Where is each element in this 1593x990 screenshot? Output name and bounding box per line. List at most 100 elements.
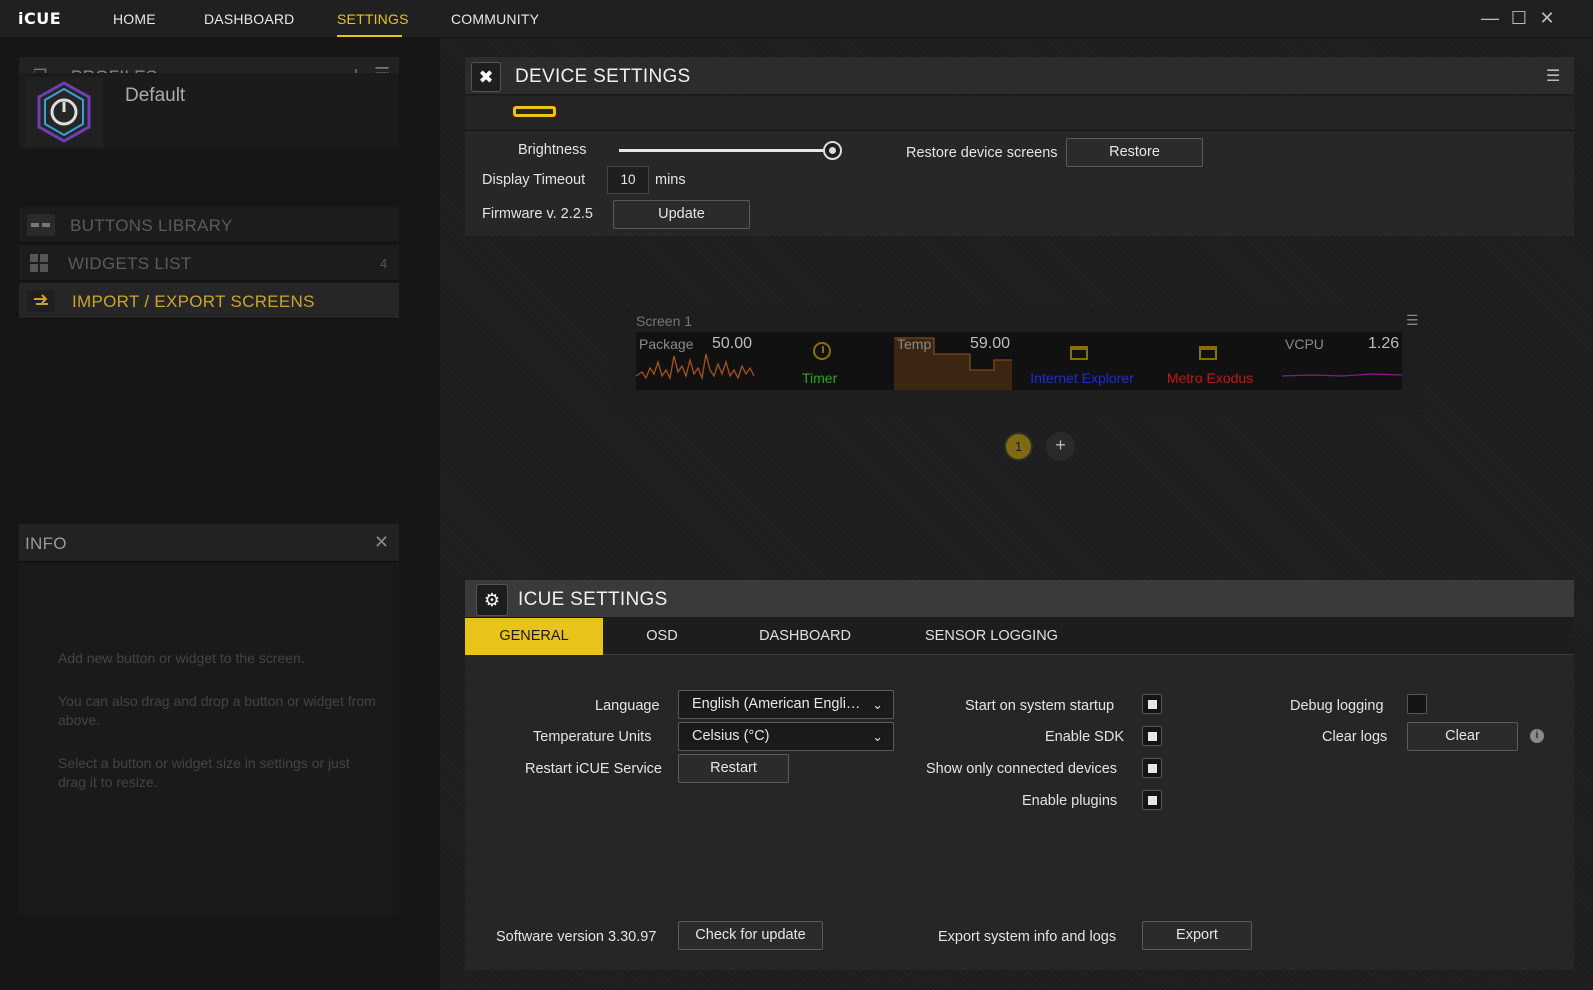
maximize-icon[interactable]: ☐ [1510,8,1528,29]
info-header: INFO ✕ [19,524,399,562]
firmware-label: Firmware v. 2.2.5 [482,206,593,222]
screen-page-1-button[interactable]: 1 [1004,432,1033,461]
language-select[interactable]: English (American Engli… ⌄ [678,690,894,719]
tab-dashboard[interactable]: DASHBOARD [750,618,860,655]
language-value: English (American Engli… [692,696,861,712]
chevron-down-icon: ⌄ [872,729,883,744]
timer-icon [813,342,831,360]
temperature-units-label: Temperature Units [533,729,652,745]
brightness-fill [619,149,833,152]
brightness-label: Brightness [518,142,587,158]
software-version-label: Software version 3.30.97 [496,929,657,945]
widget-temp-value: 59.00 [970,335,1011,352]
profile-icue-icon [25,77,103,147]
plugins-label: Enable plugins [1022,793,1118,809]
temperature-units-value: Celsius (°C) [692,728,770,744]
brightness-slider[interactable] [619,141,842,160]
buttons-library-row[interactable]: BUTTONS LIBRARY [19,207,399,243]
widgets-grid-icon [27,252,55,274]
info-icon[interactable]: i [1530,729,1544,743]
widget-ie-label: Internet Explorer [1030,370,1134,386]
profile-name: Default [125,85,186,106]
update-button[interactable]: Update [613,200,750,229]
nav-active-indicator [337,35,402,37]
import-export-label: IMPORT / EXPORT SCREENS [72,292,315,311]
widget-metro-exodus[interactable]: Metro Exodus [1150,332,1270,390]
check-update-button[interactable]: Check for update [678,921,823,950]
tab-general[interactable]: GENERAL [465,618,603,655]
top-bar: iCUE HOME DASHBOARD SETTINGS COMMUNITY —… [0,0,1593,38]
icue-settings-title: ICUE SETTINGS [518,589,668,610]
restart-button[interactable]: Restart [678,754,789,783]
nav-community[interactable]: COMMUNITY [451,11,539,27]
clear-logs-label: Clear logs [1322,729,1388,745]
gear-icon: ⚙ [476,584,508,616]
window-icon [1070,346,1088,360]
tab-osd[interactable]: OSD [622,618,702,655]
tab-sensor-logging[interactable]: SENSOR LOGGING [924,618,1059,655]
window-icon [1199,346,1217,360]
plugins-checkbox[interactable] [1142,790,1162,810]
device-tab-bar [465,96,1574,131]
sdk-checkbox[interactable] [1142,726,1162,746]
language-label: Language [595,698,660,714]
restore-button[interactable]: Restore [1066,138,1203,167]
widget-package[interactable]: Package 50.00 [636,332,756,390]
widget-vcpu[interactable]: VCPU 1.26 [1282,332,1402,390]
device-tab-icon[interactable] [513,106,556,117]
display-timeout-unit: mins [655,172,686,188]
brightness-handle[interactable] [822,141,842,160]
widget-package-label: Package [639,336,694,352]
widgets-list-label: WIDGETS LIST [68,254,192,273]
display-timeout-input[interactable]: 10 [607,166,649,194]
import-export-row[interactable]: IMPORT / EXPORT SCREENS [19,283,399,319]
display-timeout-label: Display Timeout [482,172,586,188]
widget-internet-explorer[interactable]: Internet Explorer [1022,332,1142,390]
nav-settings[interactable]: SETTINGS [337,11,409,27]
device-settings-menu-icon[interactable]: ☰ [1546,66,1560,86]
widget-timer-label: Timer [802,370,838,386]
add-screen-page-button[interactable]: + [1046,432,1075,461]
screen-widget-strip: Package 50.00 Timer Temp 59.00 Internet … [636,332,1402,390]
minimize-icon[interactable]: — [1481,8,1499,29]
device-settings-title: DEVICE SETTINGS [515,66,691,87]
import-export-icon [27,290,55,312]
info-close-icon[interactable]: ✕ [374,532,389,553]
connected-devices-label: Show only connected devices [926,761,1118,777]
profile-item-default[interactable]: Default [19,73,399,149]
chevron-down-icon: ⌄ [872,697,883,712]
widget-package-value: 50.00 [712,335,753,352]
buttons-library-label: BUTTONS LIBRARY [70,216,233,235]
nav-dashboard[interactable]: DASHBOARD [204,11,294,27]
widget-temp[interactable]: Temp 59.00 [894,332,1014,390]
info-line-1: Add new button or widget to the screen. [58,650,305,666]
screen-menu-icon[interactable]: ☰ [1406,312,1419,329]
startup-checkbox[interactable] [1142,694,1162,714]
screen-title: Screen 1 [636,313,693,329]
widget-metro-label: Metro Exodus [1166,370,1254,386]
clear-logs-button[interactable]: Clear [1407,722,1518,751]
debug-logging-label: Debug logging [1290,698,1384,714]
debug-logging-checkbox[interactable] [1407,694,1427,714]
widget-timer[interactable]: Timer [766,332,884,390]
temperature-units-select[interactable]: Celsius (°C) ⌄ [678,722,894,751]
nav-home[interactable]: HOME [113,11,156,27]
widgets-list-row[interactable]: WIDGETS LIST 4 [19,245,399,281]
info-panel: Add new button or widget to the screen. … [19,563,399,915]
device-settings-header: ✖ DEVICE SETTINGS ☰ [465,57,1574,95]
icue-settings-header: ⚙ ICUE SETTINGS [465,580,1574,618]
tools-icon: ✖ [471,62,501,92]
sdk-label: Enable SDK [1045,729,1124,745]
buttons-library-icon [27,214,55,236]
info-line-3: Select a button or widget size in settin… [58,755,350,790]
restart-service-label: Restart iCUE Service [525,761,662,777]
export-label: Export system info and logs [938,929,1117,945]
startup-label: Start on system startup [965,698,1115,714]
close-icon[interactable]: ✕ [1538,8,1556,29]
icue-settings-tabs: GENERAL OSD DASHBOARD SENSOR LOGGING [465,618,1574,655]
export-button[interactable]: Export [1142,921,1252,950]
widgets-count: 4 [380,256,388,271]
restore-label: Restore device screens [906,145,1058,161]
info-title: INFO [25,534,67,553]
connected-devices-checkbox[interactable] [1142,758,1162,778]
